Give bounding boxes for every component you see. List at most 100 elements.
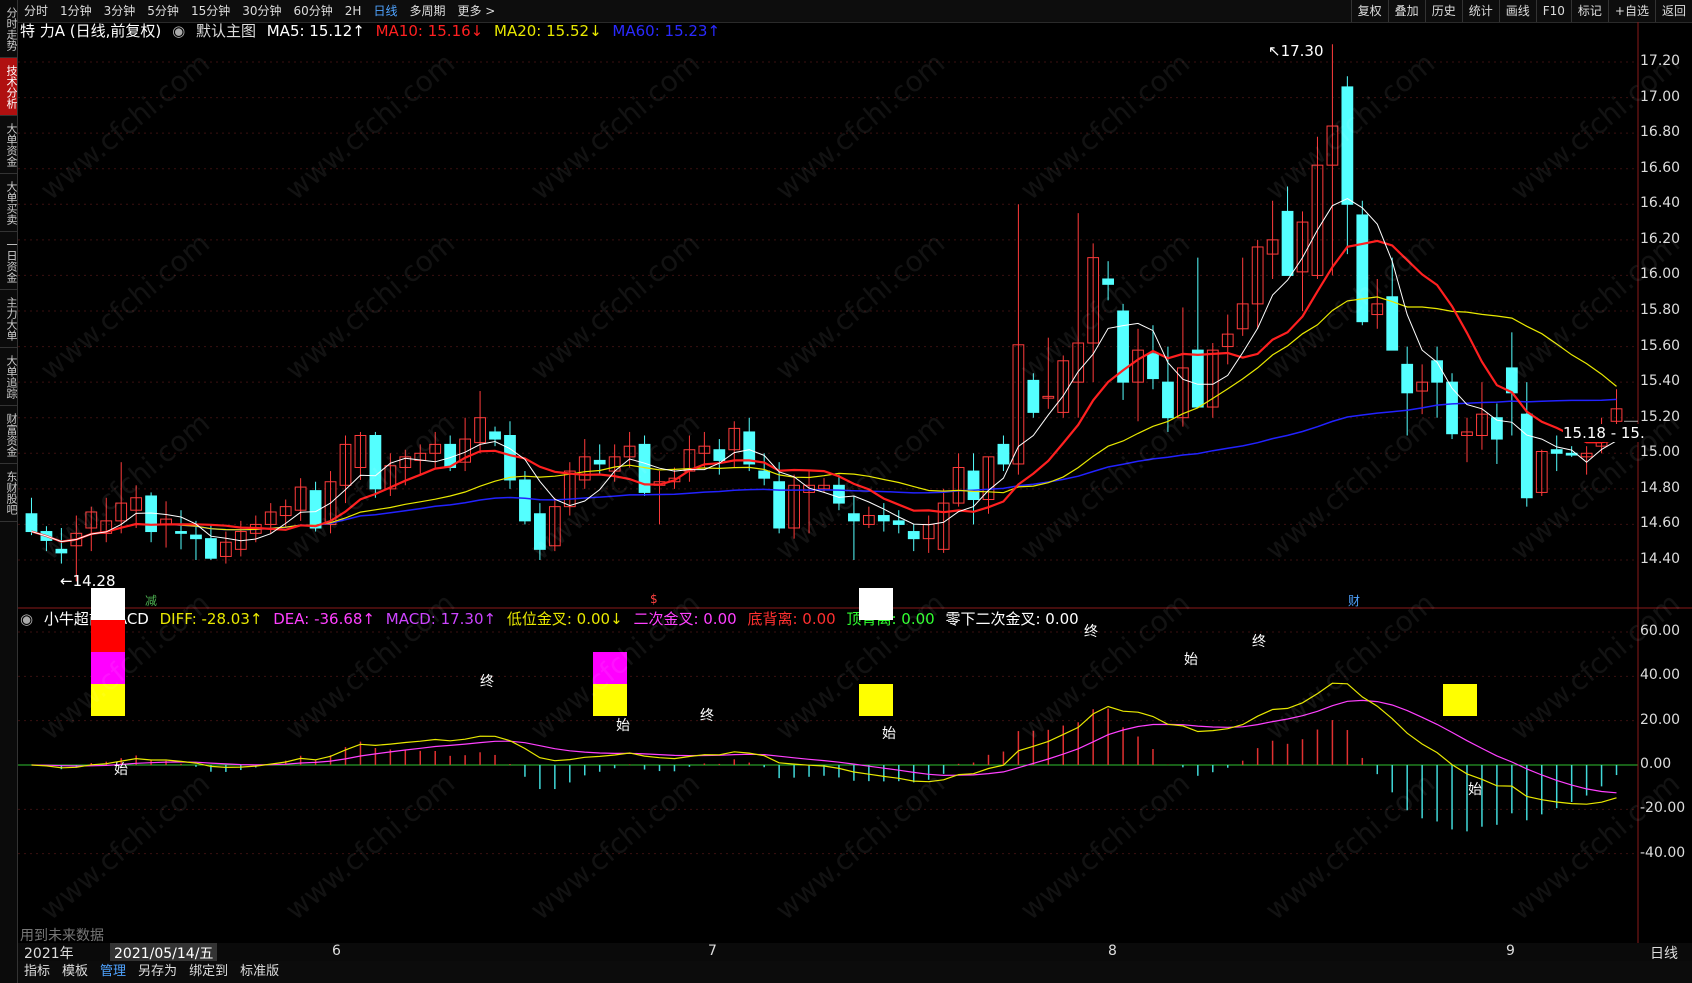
candle-body xyxy=(1550,449,1563,454)
period-tab-6[interactable]: 60分钟 xyxy=(288,0,339,22)
month-8-label: 8 xyxy=(1108,943,1117,959)
bottom-tab-2[interactable]: 管理 xyxy=(94,961,132,983)
macd-tick-label: 20.00 xyxy=(1640,711,1681,728)
candle-body xyxy=(743,431,756,465)
low-price-value: 14.28 xyxy=(72,572,116,590)
price-tick-label: 14.80 xyxy=(1640,479,1681,496)
sidebar-item-7[interactable]: 财富资金 xyxy=(0,406,18,464)
signal-block xyxy=(91,588,125,620)
signal-block xyxy=(1443,684,1477,716)
toolbar-button-0[interactable]: 复权 xyxy=(1350,0,1388,22)
period-axis-label[interactable]: 日线 xyxy=(1650,943,1678,963)
candle-body xyxy=(190,534,202,540)
toolbar-button-8[interactable]: 返回 xyxy=(1654,0,1692,22)
sidebar-item-4[interactable]: 一日资金 xyxy=(0,232,18,290)
price-tick-label: 15.60 xyxy=(1640,337,1681,354)
sidebar-item-5[interactable]: 主力大单 xyxy=(0,290,18,348)
future-data-note: 用到未来数据 xyxy=(20,928,104,944)
sidebar-item-8[interactable]: 东财股吧 xyxy=(0,464,18,522)
candle-body xyxy=(758,470,771,479)
signal-block xyxy=(859,684,893,716)
high-price-value: 17.30 xyxy=(1280,42,1324,60)
candle-body xyxy=(713,449,726,461)
price-tick-label: 14.40 xyxy=(1640,551,1681,567)
price-tick-label: 16.60 xyxy=(1640,159,1681,176)
top-right-toolbar: 复权 叠加 历史 统计 画线 F10 标记 +自选 返回 xyxy=(1350,0,1692,22)
bottom-tab-0[interactable]: 指标 xyxy=(18,961,56,983)
event-marker-jian[interactable]: 减 xyxy=(145,592,157,609)
candle-body xyxy=(1431,360,1443,383)
candle-body xyxy=(892,520,905,525)
candle-body xyxy=(504,435,516,481)
bottom-tab-3[interactable]: 另存为 xyxy=(132,961,183,983)
period-tab-1[interactable]: 1分钟 xyxy=(54,0,98,22)
signal-label-zhong: 终 xyxy=(480,674,494,690)
macd-tick-label: 40.00 xyxy=(1640,667,1681,684)
high-price-annotation: ↖17.30 xyxy=(1268,42,1324,60)
toolbar-button-5[interactable]: F10 xyxy=(1535,0,1571,22)
toolbar-button-4[interactable]: 画线 xyxy=(1498,0,1536,22)
month-9-label: 9 xyxy=(1506,943,1515,959)
x-axis: 2021年 2021/05/14/五 6 7 8 9 日线 xyxy=(18,943,1692,963)
candle-body xyxy=(877,515,890,522)
signal-label-zhong: 终 xyxy=(700,708,714,724)
period-tab-10[interactable]: 更多 > xyxy=(451,0,501,22)
sidebar-item-1[interactable]: 技术分析 xyxy=(0,58,18,116)
price-tick-label: 16.40 xyxy=(1640,195,1681,212)
bottom-tab-1[interactable]: 模板 xyxy=(56,961,94,983)
month-7-label: 7 xyxy=(708,943,717,959)
signal-label-zhong: 终 xyxy=(1084,624,1098,640)
candle-body xyxy=(773,481,786,529)
toolbar-button-6[interactable]: 标记 xyxy=(1570,0,1608,22)
toolbar-button-1[interactable]: 叠加 xyxy=(1387,0,1425,22)
price-tick-label: 16.80 xyxy=(1640,124,1681,141)
candle-body xyxy=(1191,349,1204,408)
event-marker-dollar[interactable]: $ xyxy=(650,592,658,606)
sidebar-item-6[interactable]: 大单追踪 xyxy=(0,348,18,406)
candle-body xyxy=(1147,353,1159,380)
signal-label-shi: 始 xyxy=(1184,652,1198,668)
signal-label-shi: 始 xyxy=(1468,782,1482,798)
candle-body xyxy=(25,513,38,533)
period-tab-2[interactable]: 3分钟 xyxy=(98,0,142,22)
toolbar-button-2[interactable]: 历史 xyxy=(1424,0,1462,22)
sidebar-item-3[interactable]: 大单买卖 xyxy=(0,174,18,232)
signal-label-shi: 始 xyxy=(616,718,630,734)
price-tick-label: 14.60 xyxy=(1640,515,1681,532)
sidebar-item-2[interactable]: 大单资金 xyxy=(0,116,18,174)
price-tick-label: 15.40 xyxy=(1640,373,1681,390)
macd-tick-label: -40.00 xyxy=(1640,844,1686,861)
bottom-tab-4[interactable]: 绑定到 xyxy=(183,961,234,983)
toolbar-button-3[interactable]: 统计 xyxy=(1461,0,1499,22)
candle-body xyxy=(519,479,531,522)
candle-body xyxy=(1520,413,1533,499)
period-tab-4[interactable]: 15分钟 xyxy=(185,0,236,22)
low-price-annotation: ←14.28 xyxy=(60,572,116,590)
candle-body xyxy=(997,443,1010,465)
period-tab-7[interactable]: 2H xyxy=(339,0,368,22)
bottom-tabs: 指标 模板 管理 另存为 绑定到 标准版 xyxy=(18,961,1692,983)
sidebar-item-0[interactable]: 分时走势 xyxy=(0,0,18,58)
sidebar-nav: 分时走势 技术分析 大单资金 大单买卖 一日资金 主力大单 大单追踪 财富资金 东财股吧 xyxy=(0,0,18,983)
period-tab-8[interactable]: 日线 xyxy=(367,0,403,22)
period-tab-0[interactable]: 分时 xyxy=(18,0,54,22)
candle-body xyxy=(1446,381,1458,435)
price-tick-label: 15.80 xyxy=(1640,302,1681,318)
period-tab-5[interactable]: 30分钟 xyxy=(236,0,287,22)
period-tab-9[interactable]: 多周期 xyxy=(403,0,451,22)
candle-body xyxy=(1281,210,1294,276)
candle-body xyxy=(907,531,920,540)
year-label: 2021年 xyxy=(24,946,74,962)
candle-body xyxy=(1386,296,1399,351)
signal-label-zhong: 终 xyxy=(1252,634,1266,650)
signal-label-shi: 始 xyxy=(882,726,896,742)
period-tab-3[interactable]: 5分钟 xyxy=(141,0,185,22)
candle-body xyxy=(175,531,187,534)
event-marker-cai[interactable]: 财 xyxy=(1348,592,1360,609)
bottom-tab-5[interactable]: 标准版 xyxy=(234,961,285,983)
toolbar-button-7[interactable]: +自选 xyxy=(1607,0,1655,22)
candle-body xyxy=(489,431,501,440)
signal-label-shi: 始 xyxy=(114,762,128,778)
signal-block xyxy=(859,588,893,620)
candle-body xyxy=(205,538,217,559)
